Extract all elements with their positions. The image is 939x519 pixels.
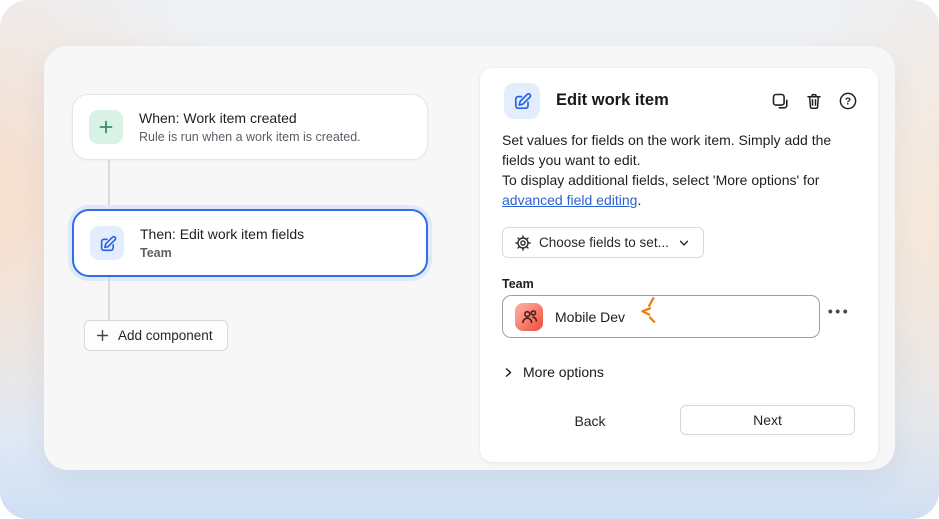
rule-canvas: When: Work item created Rule is run when… — [44, 46, 895, 470]
trigger-card-text: When: Work item created Rule is run when… — [139, 109, 361, 146]
automation-builder-screen: When: Work item created Rule is run when… — [0, 0, 939, 519]
action-card-text: Then: Edit work item fields Team — [140, 225, 304, 262]
chevron-right-icon — [505, 367, 512, 377]
flow-connector — [108, 160, 110, 209]
team-people-icon — [515, 302, 543, 331]
panel-title: Edit work item — [556, 91, 669, 109]
svg-text:?: ? — [845, 96, 851, 108]
help-icon: ? — [839, 92, 857, 110]
team-field-input[interactable]: Mobile Dev — [502, 295, 820, 338]
trash-icon — [807, 93, 821, 110]
add-component-button[interactable]: Add component — [84, 320, 228, 351]
team-field-value: Mobile Dev — [555, 308, 626, 325]
duplicate-button[interactable] — [770, 91, 790, 111]
next-button[interactable]: Next — [680, 405, 855, 435]
choose-fields-label: Choose fields to set... — [539, 235, 669, 250]
description-period: . — [637, 192, 642, 208]
advanced-field-editing-link[interactable]: advanced field editing — [502, 192, 637, 208]
choose-fields-button[interactable]: Choose fields to set... — [502, 227, 704, 258]
edit-pencil-icon — [504, 83, 540, 119]
help-button[interactable]: ? — [838, 91, 858, 111]
team-field-label: Team — [502, 277, 534, 291]
duplicate-icon — [772, 93, 788, 109]
more-options-label: More options — [523, 364, 604, 380]
team-field-more-menu-button[interactable]: ••• — [824, 299, 854, 323]
spark-click-icon — [641, 296, 656, 323]
description-line-2: To display additional fields, select 'Mo… — [502, 170, 860, 210]
description-line-1: Set values for fields on the work item. … — [502, 132, 832, 168]
panel-header-actions: ? — [770, 91, 858, 111]
more-options-toggle[interactable]: More options — [502, 364, 604, 380]
chevron-down-icon — [679, 240, 689, 246]
trigger-card[interactable]: When: Work item created Rule is run when… — [72, 94, 428, 160]
plus-icon — [89, 110, 123, 144]
flow-connector — [108, 277, 110, 320]
trigger-subtitle: Rule is run when a work item is created. — [139, 129, 361, 144]
edit-pencil-icon — [90, 226, 124, 260]
delete-button[interactable] — [804, 91, 824, 111]
edit-work-item-panel: Edit work item ? Set values for fields o… — [480, 68, 878, 462]
gear-icon — [515, 234, 531, 251]
action-title: Then: Edit work item fields — [140, 225, 305, 242]
action-subtitle: Team — [140, 245, 172, 260]
plus-icon — [96, 329, 109, 342]
action-card-selected[interactable]: Then: Edit work item fields Team — [72, 209, 428, 277]
panel-description: Set values for fields on the work item. … — [502, 130, 860, 210]
back-button[interactable]: Back — [560, 406, 620, 436]
description-text: To display additional fields, select 'Mo… — [502, 172, 820, 188]
add-component-label: Add component — [118, 328, 213, 343]
trigger-title: When: Work item created — [139, 109, 297, 126]
